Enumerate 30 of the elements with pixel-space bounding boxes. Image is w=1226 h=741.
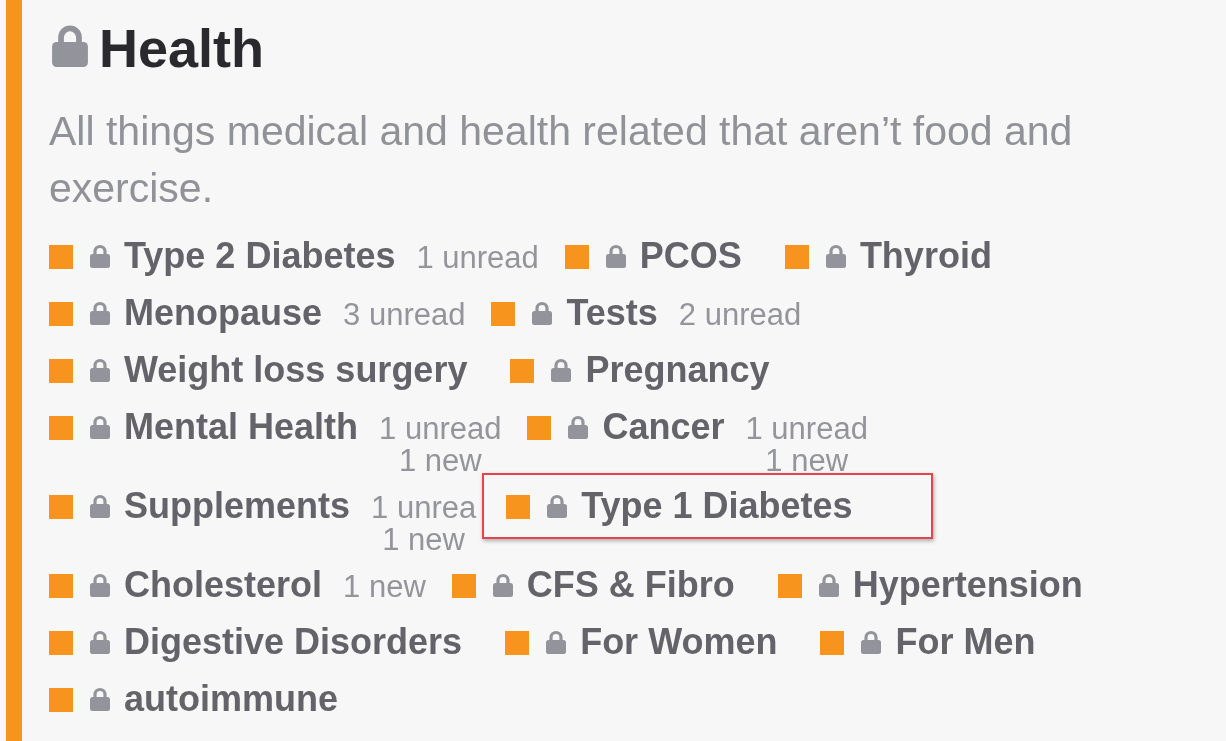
subcategory-link[interactable]: PCOS (639, 227, 742, 284)
subcategory-link[interactable]: Cancer (602, 398, 725, 455)
topic-count: 1 unread (416, 242, 539, 274)
topic-count: 1 unrea (371, 492, 477, 524)
topic-count: 1 unread (379, 413, 502, 445)
topic-count: 1 new (382, 524, 465, 556)
subcategory-link[interactable]: Menopause (124, 284, 323, 341)
topic-count: 1 new (343, 571, 426, 603)
subcategory-link[interactable]: Weight loss surgery (124, 341, 468, 398)
subcategory-link[interactable]: Type 1 Diabetes (581, 477, 853, 534)
topic-count: 1 new (765, 445, 849, 477)
subcategory-link[interactable]: Cholesterol (124, 556, 323, 613)
subcategory-link[interactable]: Tests (566, 284, 658, 341)
subcategory-link[interactable]: Mental Health (124, 398, 359, 455)
subcategory-link[interactable]: Pregnancy (585, 341, 770, 398)
subcategory-link[interactable]: For Men (895, 613, 1036, 670)
subcategory-link[interactable]: Supplements (124, 477, 351, 534)
subcategory-link[interactable]: Type 2 Diabetes (124, 227, 396, 284)
topic-count: 3 unread (343, 299, 466, 331)
subcategory-link[interactable]: autoimmune (124, 670, 338, 727)
category-title: Health (99, 17, 265, 80)
topic-count: 2 unread (678, 299, 802, 331)
subcategory-link[interactable]: CFS & Fibro (526, 556, 735, 613)
subcategory-link[interactable]: For Women (580, 613, 778, 670)
subcategory-link[interactable]: Thyroid (859, 227, 992, 284)
topic-count: 1 unread (745, 413, 868, 445)
category-description: All things medical and health related that aren’t food and exercise. (49, 107, 1074, 213)
subcategory-link[interactable]: Digestive Disorders (124, 613, 463, 670)
topic-count: 1 new (398, 445, 482, 477)
subcategory-link[interactable]: Hypertension (852, 556, 1083, 613)
